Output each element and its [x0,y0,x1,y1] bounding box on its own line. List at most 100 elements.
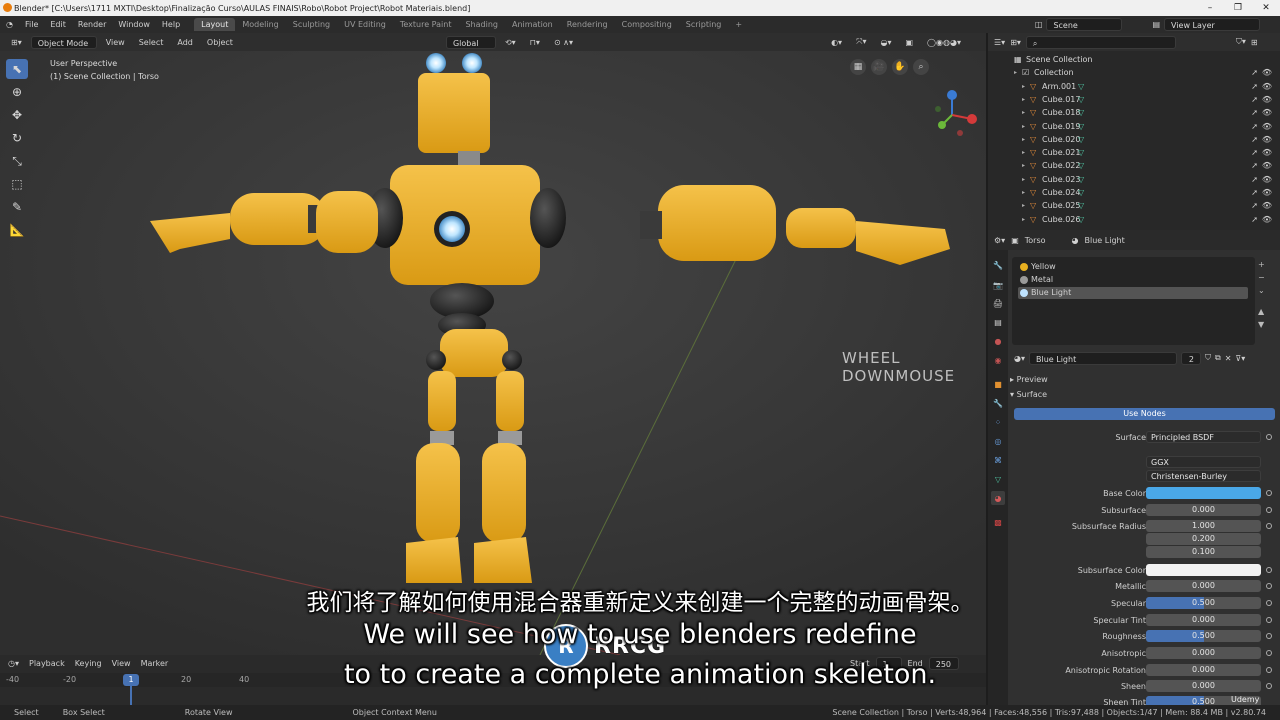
tab-animation[interactable]: Animation [505,18,560,31]
viewport-3d[interactable]: ⊞▾ Object Mode View Select Add Object Gl… [0,33,986,655]
selectable-toggle-icon[interactable]: ➚ [1251,95,1258,104]
tab-world-icon[interactable]: ◉ [991,353,1005,367]
remove-slot-icon[interactable]: − [1258,271,1265,284]
outliner-object-row[interactable]: ▸ ▽ Cube.022 ▽ ➚ 👁 [988,159,1280,172]
gizmo-toggle-icon[interactable]: ⤧▾ [851,36,871,48]
scene-selector[interactable]: Scene [1046,18,1123,31]
outliner-object-row[interactable]: ▸ ▽ Cube.017 ▽ ➚ 👁 [988,93,1280,106]
scene-icon[interactable]: ◫ [1035,20,1043,29]
expand-arrow-icon[interactable]: ▸ [1014,69,1017,76]
selectable-toggle-icon[interactable]: ➚ [1251,161,1258,170]
viewport-menu-object[interactable]: Object [202,37,238,48]
rotate-tool-icon[interactable]: ↻ [6,128,28,148]
base-color-socket-icon[interactable] [1266,490,1272,496]
material-slot-blue-light[interactable]: Blue Light [1018,287,1248,299]
outliner-search-input[interactable]: ⌕ [1025,35,1176,49]
shading-modes-icon[interactable]: ◯◉◍◕▾ [922,37,966,48]
outliner-object-row[interactable]: ▸ ▽ Cube.025 ▽ ➚ 👁 [988,199,1280,212]
visibility-icon[interactable]: ◐▾ [826,37,847,48]
proportional-icon[interactable]: ⊙ ∧▾ [549,37,578,48]
expand-arrow-icon[interactable]: ▸ [1022,189,1025,196]
overlay-toggle-icon[interactable]: ◒▾ [875,37,896,48]
material-slot-metal[interactable]: Metal [1018,274,1248,286]
selectable-toggle-icon[interactable]: ➚ [1251,82,1258,91]
selectable-toggle-icon[interactable]: ➚ [1251,68,1258,77]
mesh-data-icon[interactable]: ▽ [1078,108,1084,117]
measure-tool-icon[interactable]: 📐 [6,220,28,240]
mesh-data-icon[interactable]: ▽ [1078,188,1084,197]
mesh-data-icon[interactable]: ▽ [1078,148,1084,157]
visibility-eye-icon[interactable]: 👁 [1262,201,1272,210]
new-collection-icon[interactable]: ⊞ [1251,38,1258,47]
outliner-object-row[interactable]: ▸ ▽ Arm.001 ▽ ➚ 👁 [988,80,1280,93]
mesh-data-icon[interactable]: ▽ [1078,215,1084,224]
material-user-count[interactable]: 2 [1181,351,1201,365]
select-tool-icon[interactable]: ⬉ [6,59,28,79]
viewport-menu-select[interactable]: Select [134,37,169,48]
robot-model[interactable] [140,53,970,593]
tab-scene-icon[interactable]: ● [991,334,1005,348]
subsurface-method-selector[interactable]: Christensen-Burley [1146,470,1261,482]
outliner-object-row[interactable]: ▸ ▽ Cube.018 ▽ ➚ 👁 [988,106,1280,119]
selectable-toggle-icon[interactable]: ➚ [1251,122,1258,131]
mesh-data-icon[interactable]: ▽ [1078,95,1084,104]
subsurface-radius-y-field[interactable]: 0.200 [1146,533,1261,545]
subsurface-field[interactable]: 0.000 [1146,504,1261,516]
outliner-object-row[interactable]: ▸ ▽ Cube.023 ▽ ➚ 👁 [988,173,1280,186]
outliner-object-row[interactable]: ▸ ▽ Cube.026 ▽ ➚ 👁 [988,213,1280,226]
properties-editor-type-icon[interactable]: ⚙▾ [994,236,1005,245]
visibility-eye-icon[interactable]: 👁 [1262,95,1272,104]
outliner-object-row[interactable]: ▸ ▽ Cube.021 ▽ ➚ 👁 [988,146,1280,159]
mesh-data-icon[interactable]: ▽ [1078,122,1084,131]
add-workspace-icon[interactable]: + [728,18,749,31]
selectable-toggle-icon[interactable]: ➚ [1251,135,1258,144]
material-name-field[interactable]: Blue Light [1029,351,1177,365]
selectable-toggle-icon[interactable]: ➚ [1251,175,1258,184]
tab-particles-icon[interactable]: ⁘ [991,415,1005,429]
expand-arrow-icon[interactable]: ▸ [1022,162,1025,169]
visibility-eye-icon[interactable]: 👁 [1262,122,1272,131]
move-tool-icon[interactable]: ✥ [6,105,28,125]
move-slot-up-icon[interactable]: ▲ [1258,305,1265,318]
visibility-eye-icon[interactable]: 👁 [1262,175,1272,184]
tab-modeling[interactable]: Modeling [235,18,285,31]
unlink-material-icon[interactable]: ✕ [1225,354,1232,363]
tab-output-icon[interactable]: 🖨 [991,296,1005,310]
tab-sculpting[interactable]: Sculpting [286,18,337,31]
expand-arrow-icon[interactable]: ▸ [1022,123,1025,130]
expand-arrow-icon[interactable]: ▸ [1022,216,1025,223]
expand-arrow-icon[interactable]: ▸ [1022,109,1025,116]
expand-arrow-icon[interactable]: ▸ [1022,149,1025,156]
visibility-eye-icon[interactable]: 👁 [1262,68,1272,77]
subsurface-radius-socket-icon[interactable] [1266,523,1272,529]
filter-icon[interactable]: ⛉▾ [1236,37,1246,47]
tab-object-data-icon[interactable]: ▽ [991,472,1005,486]
close-icon[interactable]: ✕ [1252,0,1280,16]
tab-layout[interactable]: Layout [194,18,236,31]
outliner-collection-row[interactable]: ▸ ☑ Collection ➚ 👁 [988,66,1280,79]
tab-modifiers-icon[interactable]: 🔧 [991,396,1005,410]
selectable-toggle-icon[interactable]: ➚ [1251,108,1258,117]
blender-menu-icon[interactable]: ◔ [0,20,19,29]
visibility-eye-icon[interactable]: 👁 [1262,148,1272,157]
outliner-object-row[interactable]: ▸ ▽ Cube.019 ▽ ➚ 👁 [988,120,1280,133]
outliner-editor-type-icon[interactable]: ☰▾ [994,38,1005,47]
tab-physics-icon[interactable]: ◎ [991,434,1005,448]
panel-surface[interactable]: ▾ Surface [1010,388,1276,402]
fake-user-icon[interactable]: ⛉ [1205,353,1211,363]
sheen-socket-icon[interactable] [1266,683,1272,689]
specular-socket-icon[interactable] [1266,600,1272,606]
menu-file[interactable]: File [19,20,44,29]
timeline-editor-type-icon[interactable]: ◷▾ [8,659,19,668]
mode-selector[interactable]: Object Mode [30,35,97,49]
visibility-eye-icon[interactable]: 👁 [1262,215,1272,224]
metallic-socket-icon[interactable] [1266,583,1272,589]
material-browse-icon[interactable]: ◕▾ [1014,354,1025,363]
orientation-selector[interactable]: Global [445,35,496,49]
menu-edit[interactable]: Edit [44,20,72,29]
visibility-eye-icon[interactable]: 👁 [1262,135,1272,144]
tab-scripting[interactable]: Scripting [679,18,729,31]
expand-arrow-icon[interactable]: ▸ [1022,136,1025,143]
material-slot-yellow[interactable]: Yellow [1018,261,1248,273]
mesh-data-icon[interactable]: ▽ [1078,135,1084,144]
